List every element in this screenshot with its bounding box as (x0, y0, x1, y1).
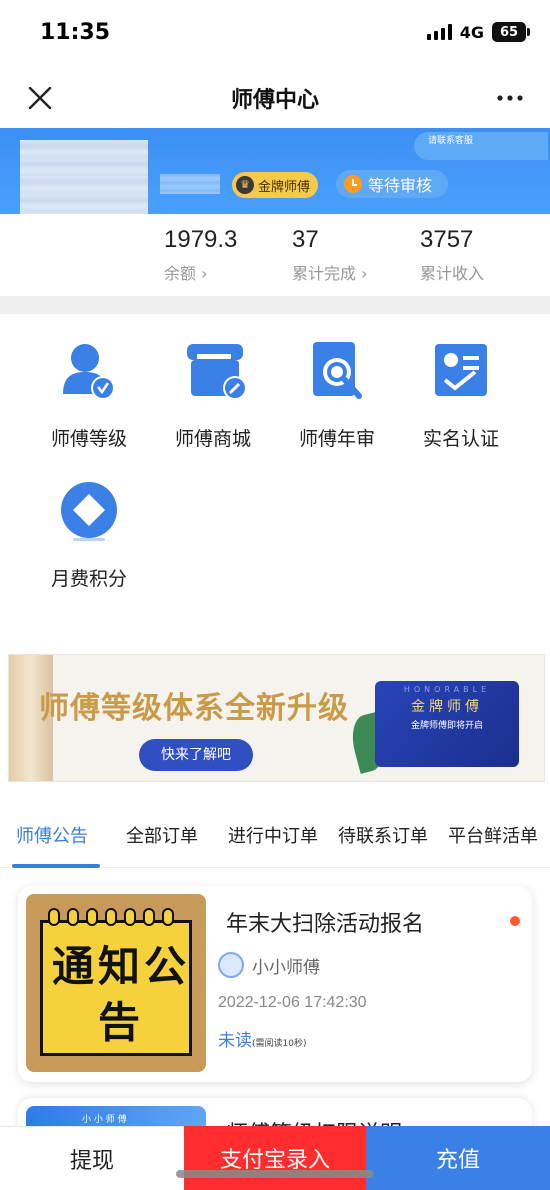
grid-item-master-level[interactable]: 师傅等级 (24, 340, 154, 451)
points-icon (59, 480, 119, 542)
author-name: 小小师傅 (252, 957, 320, 978)
crown-icon: ♛ (236, 176, 254, 194)
order-tabs: 师傅公告 全部订单 进行中订单 待联系订单 平台鲜活单 (0, 806, 550, 868)
notice-card[interactable]: 通知公告 年末大扫除活动报名 小小师傅 2022-12-06 17:42:30 … (18, 886, 532, 1082)
status-bar: 11:35 4G 65 (0, 0, 550, 66)
store-icon (183, 340, 247, 402)
grid-item-label: 师傅商城 (174, 428, 251, 450)
annual-review-icon (307, 340, 367, 402)
grid-item-annual-review[interactable]: 师傅年审 (272, 340, 402, 451)
stat-label: 余额 (164, 264, 197, 283)
stat-balance[interactable]: 1979.3 余额 › (164, 226, 237, 284)
honor-card-subtitle: 金牌师傅即将开启 (410, 721, 483, 731)
id-verify-icon (431, 340, 491, 402)
signal-icon (426, 24, 452, 40)
clock-icon (344, 175, 362, 193)
feature-grid: 师傅等级 师傅商城 师傅年审 实名认证 月费积分 (0, 314, 550, 644)
tab-announcements[interactable]: 师傅公告 (16, 822, 88, 848)
stat-label: 累计完成 (292, 264, 357, 283)
unread-dot-icon (510, 916, 520, 926)
gold-master-badge: ♛ 金牌师傅 (232, 172, 318, 198)
status-indicators: 4G 65 (426, 22, 530, 42)
gold-badge-label: 金牌师傅 (258, 179, 311, 195)
honor-card-title: 金牌师傅 (411, 699, 483, 715)
grid-item-label: 实名认证 (422, 428, 499, 450)
stat-label: 累计收入 (420, 264, 485, 283)
user-level-icon (59, 340, 119, 402)
bottom-action-bar: 提现 支付宝录入 充值 (0, 1126, 550, 1190)
withdraw-button[interactable]: 提现 (0, 1126, 184, 1190)
notice-status-label: 未读 (218, 1031, 252, 1051)
stat-completed[interactable]: 37 累计完成 › (292, 226, 368, 284)
section-divider (0, 296, 550, 314)
grid-item-label: 师傅等级 (50, 428, 127, 450)
alipay-entry-button[interactable]: 支付宝录入 (184, 1126, 366, 1190)
notice-title: 年末大扫除活动报名 (226, 912, 425, 937)
notice-thumbnail: 通知公告 (26, 894, 206, 1072)
page-title: 师傅中心 (230, 88, 319, 113)
tab-all-orders[interactable]: 全部订单 (126, 822, 198, 848)
tab-pending-contact[interactable]: 待联系订单 (338, 822, 428, 848)
notebook-rings-decoration (48, 908, 174, 926)
learn-more-button[interactable]: 快来了解吧 (139, 739, 253, 771)
notice-status-note: (需阅读10秒) (252, 1039, 307, 1049)
grid-item-label: 月费积分 (50, 568, 127, 590)
tab-in-progress[interactable]: 进行中订单 (228, 822, 318, 848)
stat-value: 37 (292, 226, 319, 253)
banner-title: 师傅等级体系全新升级 (39, 691, 349, 726)
status-time: 11:35 (40, 20, 111, 45)
recharge-button[interactable]: 充值 (366, 1126, 550, 1190)
chevron-right-icon: › (361, 264, 368, 283)
notice-date: 2022-12-06 17:42:30 (218, 994, 367, 1011)
stat-value: 1979.3 (164, 226, 238, 253)
grid-item-real-name[interactable]: 实名认证 (396, 340, 526, 451)
network-label: 4G (459, 22, 484, 42)
review-status-badge: 等待审核 (336, 170, 448, 198)
notice-author: 小小师傅 (218, 952, 320, 978)
review-status-label: 等待审核 (368, 176, 433, 195)
battery-icon: 65 (492, 22, 530, 42)
author-avatar (218, 952, 244, 978)
grid-item-master-store[interactable]: 师傅商城 (148, 340, 278, 451)
tab-platform-fresh[interactable]: 平台鲜活单 (448, 822, 538, 848)
promo-banner[interactable]: 师傅等级体系全新升级 快来了解吧 HONORABLE 金牌师傅 金牌师傅即将开启 (8, 654, 545, 782)
chevron-right-icon: › (201, 264, 208, 283)
notice-read-status: 未读(需阅读10秒) (218, 1026, 306, 1051)
more-icon[interactable] (492, 80, 528, 116)
active-tab-indicator (12, 864, 100, 868)
nav-bar: 师傅中心 (0, 66, 550, 128)
honor-card-top: HONORABLE (403, 685, 491, 694)
stat-income: 3757 累计收入 (420, 226, 484, 284)
honor-card-illustration: HONORABLE 金牌师傅 金牌师傅即将开启 (375, 681, 519, 767)
home-indicator[interactable] (176, 1170, 374, 1178)
grid-item-monthly-points[interactable]: 月费积分 (24, 480, 154, 591)
notice-thumb-text: 通知公告 (51, 942, 190, 1047)
user-name-blurred (160, 174, 220, 194)
contact-service-button[interactable]: 请联系客服 (414, 132, 548, 160)
stat-value: 3757 (420, 226, 474, 253)
stats-row: 1979.3 余额 › 37 累计完成 › 3757 累计收入 (0, 214, 550, 296)
notice-thumb-board: 通知公告 (40, 920, 192, 1056)
grid-item-label: 师傅年审 (298, 428, 375, 450)
